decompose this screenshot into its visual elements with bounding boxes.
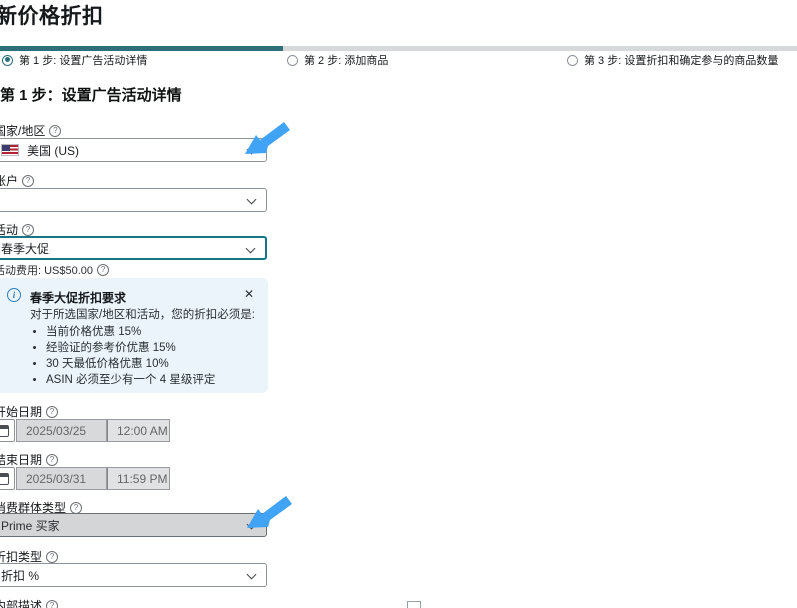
chevron-down-icon <box>246 244 256 254</box>
step-3-radio[interactable] <box>567 55 578 66</box>
start-date-input[interactable]: 2025/03/25 <box>16 419 107 442</box>
calendar-icon <box>0 473 9 485</box>
description-label: 内部描述 ? <box>0 597 58 608</box>
country-help-icon[interactable]: ? <box>49 125 61 137</box>
activity-help-icon[interactable]: ? <box>22 224 34 236</box>
discount-type-select-value: 折扣 % <box>1 567 39 584</box>
country-label: 国家/地区 ? <box>0 122 61 139</box>
new-price-discount-page: 新价格折扣 第 1 步: 设置广告活动详情 第 2 步: 添加商品 第 3 步:… <box>0 0 797 608</box>
step-1[interactable]: 第 1 步: 设置广告活动详情 <box>2 52 147 68</box>
start-date-calendar-button[interactable] <box>0 419 15 442</box>
start-date-help-icon[interactable]: ? <box>46 406 58 418</box>
partial-element-fragment <box>407 601 421 608</box>
end-date-label: 结束日期 ? <box>0 451 58 468</box>
start-date-row: 2025/03/25 12:00 AM <box>0 419 280 442</box>
start-date-label-text: 开始日期 <box>0 403 42 420</box>
description-label-text: 内部描述 <box>0 597 42 608</box>
end-date-calendar-button[interactable] <box>0 467 15 490</box>
step-2-label: 第 2 步: 添加商品 <box>304 52 388 68</box>
activity-select-value: 春季大促 <box>1 240 49 257</box>
alert-intro: 对于所选国家/地区和活动，您的折扣必须是: <box>30 306 255 322</box>
chevron-down-icon <box>247 145 257 155</box>
discount-type-help-icon[interactable]: ? <box>46 551 58 563</box>
end-date-label-text: 结束日期 <box>0 451 42 468</box>
account-label-text: 账户 <box>0 172 18 189</box>
country-select[interactable]: 美国 (US) <box>0 138 267 162</box>
audience-help-icon[interactable]: ? <box>70 502 82 514</box>
country-label-text: 国家/地区 <box>0 122 45 139</box>
audience-type-select[interactable]: Prime 买家 <box>0 513 267 537</box>
activity-fee-note: 活动费用: US$50.00 ? <box>0 262 109 278</box>
step-2-radio[interactable] <box>287 55 298 66</box>
chevron-down-icon <box>247 520 257 530</box>
account-select[interactable] <box>0 188 267 212</box>
step-3-label: 第 3 步: 设置折扣和确定参与的商品数量 <box>584 52 778 68</box>
alert-requirements-list: 当前价格优惠 15% 经验证的参考价优惠 15% 30 天最低价格优惠 10% … <box>46 324 215 388</box>
info-icon: i <box>7 288 21 302</box>
stepper-progress-fill <box>0 46 283 51</box>
discount-requirements-alert: i 春季大促折扣要求 ✕ 对于所选国家/地区和活动，您的折扣必须是: 当前价格优… <box>0 278 268 393</box>
step-3[interactable]: 第 3 步: 设置折扣和确定参与的商品数量 <box>567 52 778 68</box>
account-help-icon[interactable]: ? <box>22 175 34 187</box>
fee-help-icon[interactable]: ? <box>97 264 109 276</box>
list-item: 当前价格优惠 15% <box>46 324 215 340</box>
calendar-icon <box>0 425 9 437</box>
end-time-input[interactable]: 11:59 PM <box>107 467 170 490</box>
account-label: 账户 ? <box>0 172 34 189</box>
list-item: 经验证的参考价优惠 15% <box>46 340 215 356</box>
end-date-help-icon[interactable]: ? <box>46 454 58 466</box>
chevron-down-icon <box>247 570 257 580</box>
list-item: ASIN 必须至少有一个 4 星级评定 <box>46 372 215 388</box>
activity-select[interactable]: 春季大促 <box>0 236 267 260</box>
step-2[interactable]: 第 2 步: 添加商品 <box>287 52 388 68</box>
discount-type-select[interactable]: 折扣 % <box>0 563 267 587</box>
start-date-label: 开始日期 ? <box>0 403 58 420</box>
country-select-value: 美国 (US) <box>27 142 79 159</box>
description-help-icon[interactable]: ? <box>46 600 58 608</box>
us-flag-icon <box>1 144 19 156</box>
audience-select-value: Prime 买家 <box>1 517 60 534</box>
alert-title: 春季大促折扣要求 <box>30 289 126 306</box>
chevron-down-icon <box>247 195 257 205</box>
start-time-input[interactable]: 12:00 AM <box>107 419 170 442</box>
end-date-input[interactable]: 2025/03/31 <box>16 467 107 490</box>
stepper-progress-bar <box>0 46 797 51</box>
activity-fee-text: 活动费用: US$50.00 <box>0 262 93 278</box>
page-title: 新价格折扣 <box>0 0 104 30</box>
step-1-radio[interactable] <box>2 55 13 66</box>
step-1-label: 第 1 步: 设置广告活动详情 <box>19 52 147 68</box>
end-date-row: 2025/03/31 11:59 PM <box>0 467 280 490</box>
close-icon[interactable]: ✕ <box>244 287 254 301</box>
section-heading: 第 1 步：设置广告活动详情 <box>0 84 182 105</box>
list-item: 30 天最低价格优惠 10% <box>46 356 215 372</box>
